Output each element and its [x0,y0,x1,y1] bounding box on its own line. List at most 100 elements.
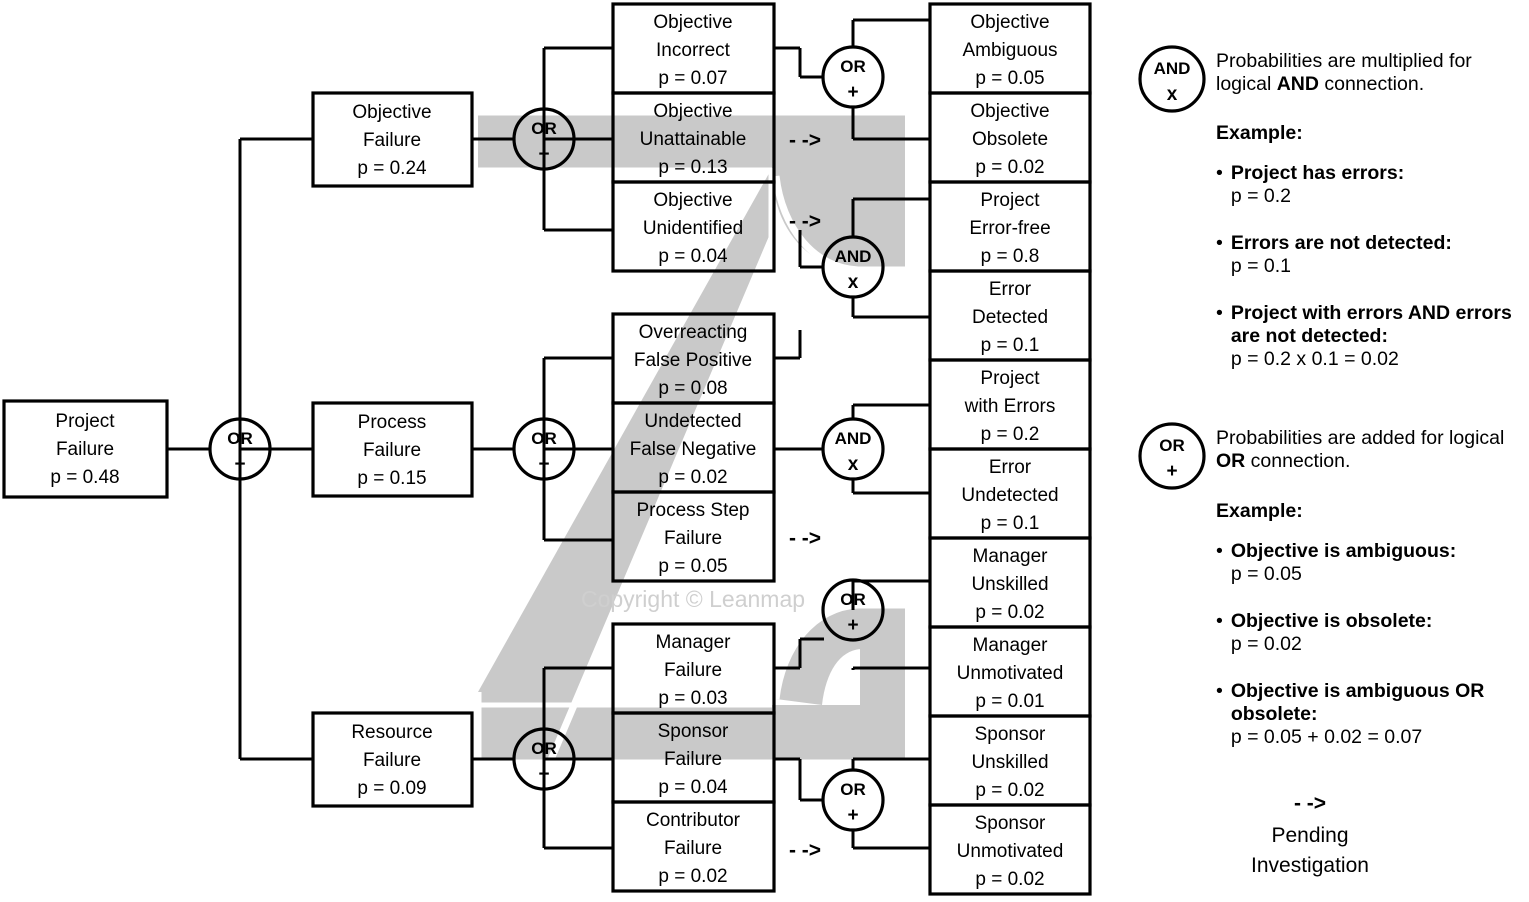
gate-symbol: + [538,454,549,475]
legend-or-example-label: Example: [1216,500,1303,522]
gate-type-label: OR [840,57,866,76]
box-probability: p = 0.04 [658,777,728,798]
box-contributor-failure[interactable]: Contributor Failure p = 0.02 [611,800,776,893]
gate-symbol: + [847,82,858,103]
box-title-line1: Project [55,411,115,432]
box-project-error-free[interactable]: Project Error-free p = 0.8 [928,180,1092,273]
legend-or-bullet-1: • Objective is ambiguous: p = 0.05 [1216,540,1526,586]
box-sponsor-unskilled[interactable]: Sponsor Unskilled p = 0.02 [928,714,1092,807]
box-probability: p = 0.13 [658,157,727,178]
box-probability: p = 0.07 [658,68,727,89]
box-manager-failure[interactable]: Manager Failure p = 0.03 [611,622,776,715]
legend-and-label: AND [1154,59,1191,78]
box-title-line1: Overreacting [639,322,748,343]
legend-or-gate-icon: OR + [1138,422,1206,490]
box-resource-failure[interactable]: Resource Failure p = 0.09 [311,711,474,808]
svg-text:- ->: - -> [1294,792,1326,815]
bullet-value: p = 0.05 [1230,563,1302,585]
box-title-line2: with Errors [964,396,1056,417]
gate-type-label: AND [835,247,872,266]
box-project-failure[interactable]: Project Failure p = 0.48 [2,399,169,499]
box-objective-failure[interactable]: Objective Failure p = 0.24 [311,91,474,188]
bullet-value: p = 0.2 [1230,185,1292,207]
legend-or-symbol: + [1166,461,1177,482]
box-title-line1: Sponsor [658,721,729,742]
legend-and-bullet-3: • Project with errors AND errors are not… [1216,302,1526,371]
legend-or-label: OR [1159,436,1185,455]
pending-marker-contributor-failure: - -> [789,839,821,862]
fault-tree-diagram: Project Failure p = 0.48 Objective Failu… [0,0,1529,902]
box-probability: p = 0.01 [975,691,1044,712]
box-title-line1: Process Step [637,500,750,521]
box-probability: p = 0.02 [975,602,1044,623]
box-title-line1: Manager [656,632,732,653]
box-title-line2: Unmotivated [957,841,1064,862]
pending-marker-process-step-failure: - -> [789,527,821,550]
box-sponsor-unmotivated[interactable]: Sponsor Unmotivated p = 0.02 [928,803,1092,896]
legend-and-description: Probabilities are multiplied for logical… [1216,50,1516,96]
bullet-value: p = 0.02 [1230,633,1302,655]
box-title-line2: Unidentified [643,218,743,239]
box-title-line1: Process [358,412,427,433]
legend-and-example-label: Example: [1216,122,1303,144]
legend-or-bullet-2: • Objective is obsolete: p = 0.02 [1216,610,1526,656]
legend-or-description: Probabilities are added for logical OR c… [1216,427,1516,473]
box-probability: p = 0.02 [975,780,1044,801]
gate-type-label: OR [531,119,557,138]
box-title-line1: Contributor [646,810,741,831]
bullet-dot: • [1216,680,1223,702]
box-probability: p = 0.15 [357,468,426,489]
box-project-with-errors[interactable]: Project with Errors p = 0.2 [928,358,1092,451]
box-error-detected[interactable]: Error Detected p = 0.1 [928,269,1092,362]
bullet-text-pre: Objective is ambiguous [1230,680,1456,702]
box-probability: p = 0.1 [981,513,1040,534]
box-title-line1: Objective [970,12,1049,33]
box-title-line1: Objective [653,190,732,211]
bullet-value: p = 0.05 + 0.02 = 0.07 [1230,726,1423,748]
box-process-failure[interactable]: Process Failure p = 0.15 [311,401,474,498]
box-title-line2: Unattainable [640,129,747,150]
box-probability: p = 0.02 [975,869,1044,890]
bullet-dot: • [1216,610,1223,632]
box-title-line2: Unskilled [971,574,1048,595]
legend-and-bullet-1: • Project has errors: p = 0.2 [1216,162,1526,208]
box-manager-unmotivated[interactable]: Manager Unmotivated p = 0.01 [928,625,1092,718]
box-title-line1: Project [980,368,1040,389]
box-title-line1: Manager [973,546,1049,567]
box-title-line2: Failure [363,750,421,771]
bullet-text-bold: OR [1455,680,1485,702]
svg-text:- ->: - -> [789,210,821,233]
box-probability: p = 0.02 [658,467,727,488]
gate-type-label: OR [840,780,866,799]
gate-objective-incorrect-or[interactable]: OR + [821,45,885,109]
legend-and-symbol: x [1167,84,1178,105]
gate-false-negative-and[interactable]: AND x [821,417,885,481]
gate-type-label: OR [531,739,557,758]
bullet-text-bold: AND [1407,302,1451,324]
box-title-line1: Error [989,457,1032,478]
bullet-text: Objective is ambiguous: [1230,540,1457,562]
bullet-text: Objective is obsolete: [1230,610,1433,632]
box-title-line1: Objective [970,101,1049,122]
bullet-text: Errors are not detected: [1230,232,1452,254]
box-manager-unskilled[interactable]: Manager Unskilled p = 0.02 [928,536,1092,629]
box-objective-obsolete[interactable]: Objective Obsolete p = 0.02 [928,91,1092,184]
box-title-line2: Failure [664,749,722,770]
bullet-dot: • [1216,232,1223,254]
box-title-line2: Failure [56,439,114,460]
box-title-line1: Manager [973,635,1049,656]
box-title-line2: Ambiguous [962,40,1057,61]
box-probability: p = 0.48 [50,467,119,488]
gate-sponsor-or[interactable]: OR + [821,768,885,832]
box-probability: p = 0.09 [357,778,426,799]
box-objective-ambiguous[interactable]: Objective Ambiguous p = 0.05 [928,2,1092,95]
gate-symbol: + [847,615,858,636]
gate-symbol: + [234,454,245,475]
box-error-undetected[interactable]: Error Undetected p = 0.1 [928,447,1092,540]
box-title-line2: Failure [363,440,421,461]
box-probability: p = 0.02 [658,866,727,887]
box-objective-incorrect[interactable]: Objective Incorrect p = 0.07 [611,2,776,95]
box-title-line2: Failure [664,528,722,549]
gate-symbol: + [538,764,549,785]
box-probability: p = 0.08 [658,378,727,399]
